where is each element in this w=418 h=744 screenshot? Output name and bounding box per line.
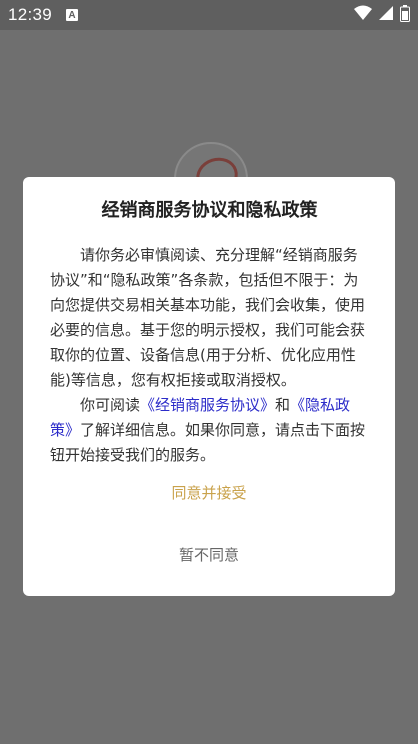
paragraph-2-prefix: 你可阅读 [80,396,141,414]
agree-button[interactable]: 同意并接受 [23,481,395,505]
dialog-paragraph-2: 你可阅读《经销商服务协议》和《隐私政策》了解详细信息。如果你同意，请点击下面按钮… [50,393,369,468]
status-icons [354,4,410,26]
dialog-paragraph-1: 请你务必审慎阅读、充分理解“经销商服务协议”和“隐私政策”各条款，包括但不限于：… [50,246,366,389]
battery-icon [400,4,410,26]
dialog-title: 经销商服务协议和隐私政策 [101,200,318,221]
paragraph-2-suffix: 了解详细信息。如果你同意，请点击下面按钮开始接受我们的服务。 [50,421,366,464]
status-bar: 12:39 A [0,0,418,30]
status-time: 12:39 [8,5,53,24]
paragraph-2-and: 和 [275,396,291,414]
agreement-link[interactable]: 《经销商服务协议》 [140,396,275,414]
signal-icon [378,5,394,25]
notification-a-icon: A [66,9,79,21]
disagree-button[interactable]: 暂不同意 [23,543,395,567]
privacy-dialog: 经销商服务协议和隐私政策 请你务必审慎阅读、充分理解“经销商服务协议”和“隐私政… [23,177,395,596]
wifi-icon [354,5,372,25]
dialog-body: 请你务必审慎阅读、充分理解“经销商服务协议”和“隐私政策”各条款，包括但不限于：… [50,243,369,468]
